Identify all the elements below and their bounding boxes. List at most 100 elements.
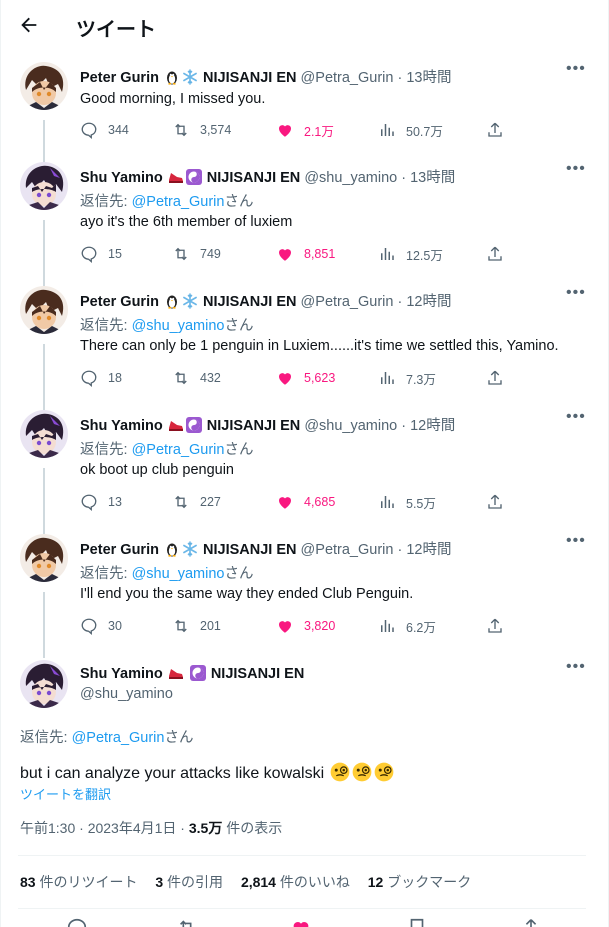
- share-icon: [488, 122, 502, 137]
- author-name[interactable]: Peter Gurin: [80, 294, 159, 310]
- retweet-button[interactable]: 201: [172, 616, 221, 636]
- views-icon: [381, 124, 394, 136]
- share-button[interactable]: [486, 244, 514, 264]
- tweet-meta: 午前1:30 · 2023年4月1日 · 3.5万 件の表示: [20, 818, 282, 838]
- views-button[interactable]: 7.3万: [378, 368, 436, 388]
- author-name[interactable]: Peter Gurin: [80, 70, 159, 86]
- back-button[interactable]: [18, 14, 44, 40]
- avatar[interactable]: [20, 286, 68, 334]
- retweets-count: 83: [20, 874, 36, 890]
- share-button[interactable]: [486, 616, 514, 636]
- retweet-icon: [175, 123, 187, 137]
- views-button[interactable]: 5.5万: [378, 492, 436, 512]
- share-button[interactable]: [486, 120, 514, 140]
- separator-dot: ·: [397, 418, 411, 434]
- tweet-time[interactable]: 13時間: [410, 170, 455, 186]
- more-button[interactable]: •••: [566, 409, 588, 428]
- views-button[interactable]: 12.5万: [378, 244, 443, 264]
- author-name[interactable]: Peter Gurin: [80, 542, 159, 558]
- main-tweet-actions: [0, 915, 609, 927]
- reply-button[interactable]: 344: [80, 120, 129, 140]
- retweet-button[interactable]: [176, 917, 198, 927]
- reply-icon: [81, 370, 97, 387]
- reply-to-suffix: さん: [224, 318, 254, 334]
- quotes-stat[interactable]: 3 件の引用: [155, 874, 223, 890]
- author-handle[interactable]: @shu_yamino: [80, 686, 173, 702]
- thread-line: [43, 344, 45, 410]
- reply-count: 18: [108, 371, 122, 385]
- more-button[interactable]: •••: [566, 659, 588, 678]
- more-icon: •••: [566, 160, 586, 177]
- like-button[interactable]: 5,623: [276, 368, 335, 388]
- views-button[interactable]: 6.2万: [378, 616, 436, 636]
- reply-icon: [81, 246, 97, 263]
- retweets-stat[interactable]: 83 件のリツイート: [20, 874, 137, 890]
- avatar[interactable]: [20, 62, 68, 110]
- reply-to-handle-link[interactable]: @Petra_Gurin: [132, 194, 225, 210]
- views-icon: [381, 372, 394, 384]
- tweet-time[interactable]: 13時間: [406, 70, 451, 86]
- translate-tweet-link[interactable]: ツイートを翻訳: [20, 784, 111, 803]
- reply-to-handle-link[interactable]: @Petra_Gurin: [72, 730, 165, 746]
- retweet-button[interactable]: 3,574: [172, 120, 231, 140]
- author-handle[interactable]: @Petra_Gurin: [301, 542, 394, 558]
- like-button[interactable]: [290, 917, 312, 927]
- reply-to-handle-link[interactable]: @shu_yamino: [132, 566, 225, 582]
- bookmarks-stat[interactable]: 12 ブックマーク: [368, 874, 471, 890]
- retweet-button[interactable]: 749: [172, 244, 221, 264]
- author-name[interactable]: Shu Yamino: [80, 170, 163, 186]
- more-button[interactable]: •••: [566, 61, 588, 80]
- thread-line: [43, 220, 45, 286]
- like-button[interactable]: 2.1万: [276, 120, 334, 140]
- more-button[interactable]: •••: [566, 285, 588, 304]
- like-count: 2.1万: [304, 124, 334, 139]
- tweet-time[interactable]: 12時間: [410, 418, 455, 434]
- heart-icon: [279, 249, 291, 261]
- like-button[interactable]: 3,820: [276, 616, 335, 636]
- avatar[interactable]: [20, 410, 68, 458]
- share-icon: [488, 618, 502, 633]
- author-handle[interactable]: @Petra_Gurin: [301, 294, 394, 310]
- avatar[interactable]: [20, 162, 68, 210]
- main-tweet-author: Shu Yamino NIJISANJI EN: [80, 665, 304, 682]
- reply-button[interactable]: 30: [80, 616, 122, 636]
- retweet-icon: [175, 619, 187, 633]
- reply-to-suffix: さん: [164, 730, 194, 746]
- avatar[interactable]: [20, 534, 68, 582]
- reply-button[interactable]: 13: [80, 492, 122, 512]
- retweet-button[interactable]: 432: [172, 368, 221, 388]
- more-button[interactable]: •••: [566, 160, 588, 180]
- like-button[interactable]: 8,851: [276, 244, 335, 264]
- tweet-time[interactable]: 12時間: [406, 542, 451, 558]
- avatar[interactable]: [20, 660, 68, 708]
- retweet-count: 3,574: [200, 123, 232, 137]
- share-button[interactable]: [520, 917, 542, 927]
- likes-stat[interactable]: 2,814 件のいいね: [241, 874, 350, 890]
- tweet-date[interactable]: 午前1:30 · 2023年4月1日 ·: [20, 820, 189, 836]
- reply-button[interactable]: 18: [80, 368, 122, 388]
- like-button[interactable]: 4,685: [276, 492, 335, 512]
- reply-button[interactable]: [66, 917, 88, 927]
- retweet-button[interactable]: 227: [172, 492, 221, 512]
- reply-to-handle-link[interactable]: @shu_yamino: [132, 318, 225, 334]
- share-button[interactable]: [486, 492, 514, 512]
- share-button[interactable]: [486, 368, 514, 388]
- heart-icon: [279, 621, 291, 633]
- author-name[interactable]: Shu Yamino: [80, 418, 163, 434]
- page-title: ツイート: [76, 19, 156, 41]
- author-handle[interactable]: @shu_yamino: [304, 418, 397, 434]
- reply-button[interactable]: 15: [80, 244, 122, 264]
- engagement-stats: 83 件のリツイート 3 件の引用 2,814 件のいいね 12 ブックマーク: [20, 872, 485, 892]
- author-handle[interactable]: @Petra_Gurin: [301, 70, 394, 86]
- penguin-icon: [167, 295, 177, 309]
- more-button[interactable]: •••: [566, 533, 588, 552]
- reply-to-handle-link[interactable]: @Petra_Gurin: [132, 442, 225, 458]
- tweet-text: Good morning, I missed you.: [80, 91, 266, 107]
- author-handle[interactable]: @shu_yamino: [304, 170, 397, 186]
- views-button[interactable]: 50.7万: [378, 120, 443, 140]
- heart-icon: [279, 373, 291, 385]
- bookmark-button[interactable]: [406, 917, 428, 927]
- author-name[interactable]: Shu Yamino: [80, 666, 163, 682]
- reply-icon: [81, 618, 97, 635]
- tweet-time[interactable]: 12時間: [406, 294, 451, 310]
